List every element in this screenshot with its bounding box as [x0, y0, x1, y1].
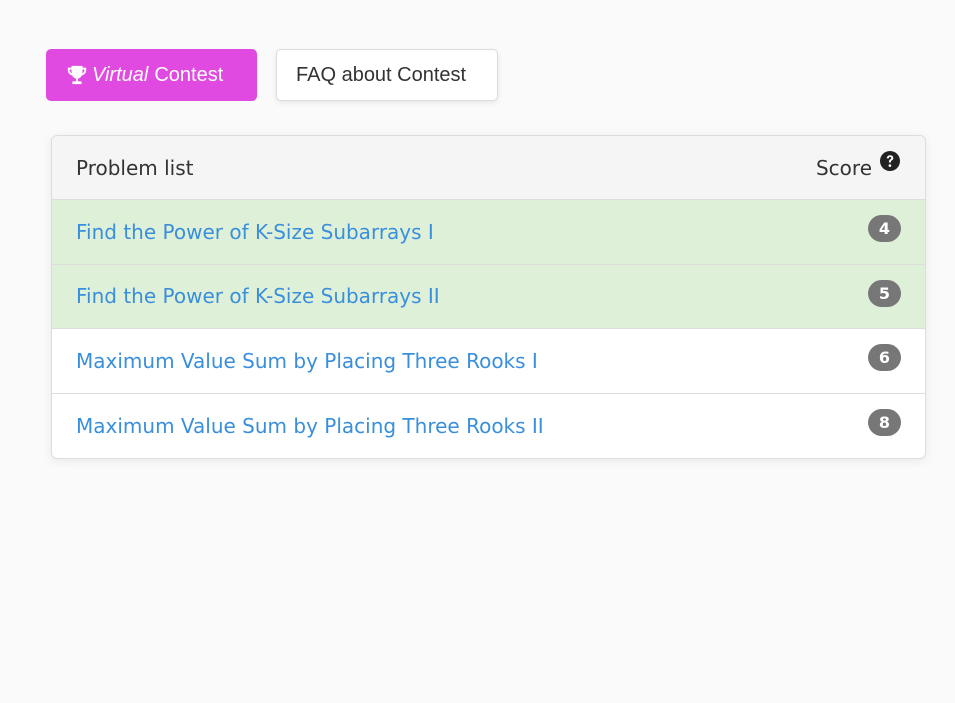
problem-row: Maximum Value Sum by Placing Three Rooks… [52, 394, 925, 459]
faq-contest-button[interactable]: FAQ about Contest [276, 49, 498, 101]
contest-label: Contest [154, 63, 224, 86]
virtual-label: Virtual [92, 63, 149, 86]
problem-row: Maximum Value Sum by Placing Three Rooks… [52, 329, 925, 394]
problem-row: Find the Power of K-Size Subarrays I 4 [52, 200, 925, 265]
score-badge: 8 [868, 409, 901, 437]
problem-link[interactable]: Maximum Value Sum by Placing Three Rooks… [76, 349, 538, 373]
problem-link[interactable]: Find the Power of K-Size Subarrays II [76, 284, 440, 308]
problem-link[interactable]: Find the Power of K-Size Subarrays I [76, 220, 434, 244]
virtual-contest-button[interactable]: Virtual Contest [46, 49, 257, 101]
question-circle-icon[interactable] [879, 150, 901, 172]
problem-row: Find the Power of K-Size Subarrays II 5 [52, 264, 925, 329]
score-badge: 4 [868, 215, 901, 243]
contest-toolbar: Virtual Contest FAQ about Contest [46, 49, 498, 101]
problem-link[interactable]: Maximum Value Sum by Placing Three Rooks… [76, 414, 544, 438]
score-header: Score [815, 150, 901, 180]
problem-list-header: Problem list Score [52, 136, 925, 200]
score-label: Score [815, 155, 872, 180]
problem-list-title: Problem list [76, 155, 194, 180]
problem-list-panel: Problem list Score Find the Power of K-S… [51, 135, 926, 459]
trophy-icon [66, 64, 88, 86]
score-badge: 5 [868, 279, 901, 307]
score-badge: 6 [868, 344, 901, 372]
